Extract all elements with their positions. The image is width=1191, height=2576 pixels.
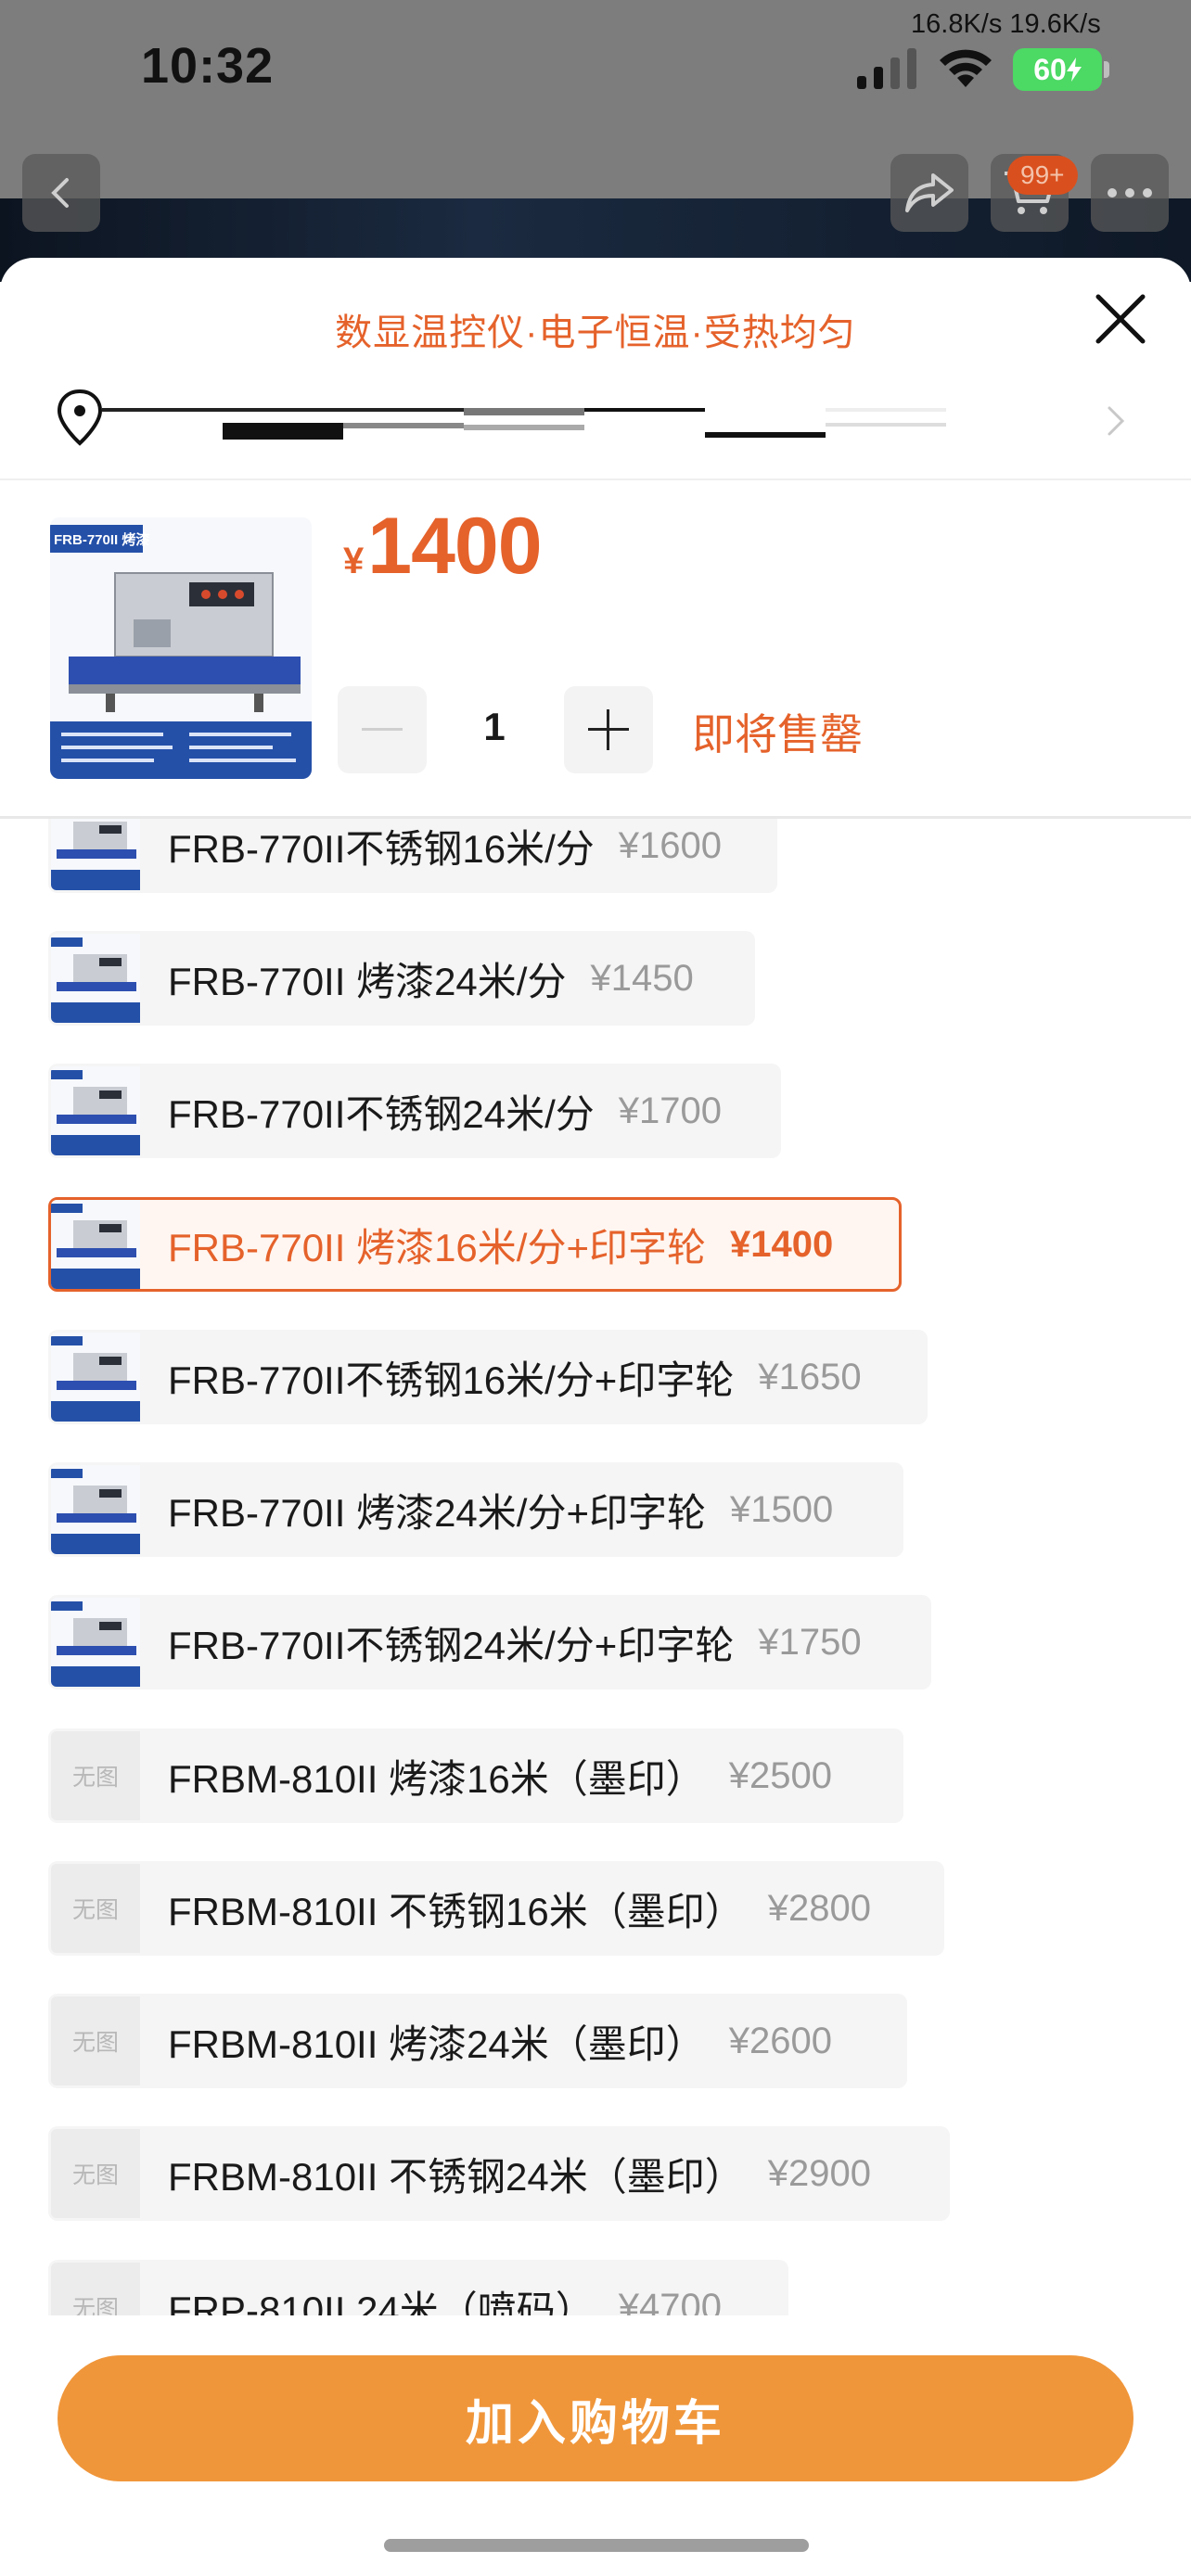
option-thumbnail [51,934,140,1023]
option-price: ¥1650 [758,1356,862,1397]
sku-option[interactable]: FRB-770II 烤漆16米/分+印字轮 ¥1400 [48,1197,902,1292]
option-price: ¥1400 [729,1223,834,1265]
product-thumbnail[interactable]: FRB-770II 烤漆 [50,517,312,779]
wifi-icon [940,49,992,87]
quantity-value[interactable]: 1 [460,705,529,749]
price-value: 1400 [367,502,542,591]
option-thumbnail [51,1465,140,1554]
option-name: FRB-770II不锈钢16米/分+印字轮 [168,1358,735,1402]
product-thumb-label: FRB-770II 烤漆 [54,532,150,548]
plus-icon [588,709,629,750]
sku-option[interactable]: FRB-770II不锈钢16米/分 ¥1600 [48,819,777,893]
option-name: FRB-770II 烤漆24米/分+印字轮 [168,1490,706,1535]
close-icon[interactable] [1091,289,1150,349]
cart-count-badge: 99+ [1007,156,1078,195]
option-name: FRB-770II不锈钢24米/分+印字轮 [168,1623,735,1667]
sku-option[interactable]: 无图 FRP-810II 24米（喷码） ¥4700 [48,2260,788,2315]
network-speed: 16.8K/s 19.6K/s [911,9,1101,39]
option-thumbnail [51,1200,140,1289]
quantity-decrease-button[interactable] [338,686,427,773]
sku-option[interactable]: FRB-770II 烤漆24米/分 ¥1450 [48,931,755,1026]
option-price: ¥1750 [758,1621,862,1663]
add-to-cart-button[interactable]: 加入购物车 [58,2355,1133,2481]
address-redacted-bar[interactable] [102,406,946,443]
sealer-machine-image [50,517,312,779]
option-price: ¥1600 [618,824,723,866]
more-button[interactable] [1091,154,1169,232]
charging-bolt-icon [1066,57,1082,82]
sku-option[interactable]: FRB-770II不锈钢24米/分 ¥1700 [48,1064,781,1158]
option-name: FRB-770II不锈钢16米/分 [168,826,595,871]
option-price: ¥2500 [728,1754,833,1796]
option-name: FRBM-810II 不锈钢24米（墨印） [168,2154,744,2199]
option-name: FRBM-810II 烤漆16米（墨印） [168,1756,705,1801]
no-image-placeholder: 无图 [51,1731,140,1820]
battery-indicator: 60 [1013,48,1102,91]
status-time: 10:32 [141,38,275,94]
home-indicator [384,2539,809,2552]
no-image-placeholder: 无图 [51,2263,140,2315]
option-price: ¥2800 [767,1887,872,1929]
divider [0,478,1191,480]
option-thumbnail [51,1333,140,1422]
option-price: ¥1500 [729,1488,834,1530]
price-currency-symbol: ¥ [343,541,365,581]
no-image-placeholder: 无图 [51,2129,140,2218]
back-button[interactable] [22,154,100,232]
chevron-right-icon[interactable] [1102,401,1130,441]
sku-option[interactable]: 无图 FRBM-810II 不锈钢24米（墨印） ¥2900 [48,2126,950,2221]
cellular-signal-icon [857,48,916,89]
sku-options-list[interactable]: FRB-770II不锈钢16米/分 ¥1600 FRB-770II 烤漆24米/分 ¥… [0,819,1191,2315]
option-name: FRP-810II 24米（喷码） [168,2288,595,2316]
option-name: FRB-770II 烤漆16米/分+印字轮 [168,1225,706,1269]
option-thumbnail [51,1598,140,1687]
option-name: FRBM-810II 不锈钢16米（墨印） [168,1889,744,1933]
option-name: FRBM-810II 烤漆24米（墨印） [168,2021,705,2066]
more-dots-icon [1108,188,1152,198]
option-price: ¥1450 [590,957,694,999]
sku-option[interactable]: FRB-770II不锈钢24米/分+印字轮 ¥1750 [48,1595,931,1690]
sku-option[interactable]: 无图 FRBM-810II 烤漆24米（墨印） ¥2600 [48,1994,907,2088]
option-name: FRB-770II不锈钢24米/分 [168,1091,595,1136]
sku-option[interactable]: 无图 FRBM-810II 烤漆16米（墨印） ¥2500 [48,1728,903,1823]
no-image-placeholder: 无图 [51,1996,140,2085]
battery-tip [1104,61,1109,78]
share-button[interactable] [890,154,968,232]
option-thumbnail [51,1066,140,1155]
battery-level: 60 [1033,52,1067,86]
sheet-title: 数显温控仪·电子恒温·受热均匀 [335,312,856,353]
chevron-left-icon [51,178,69,208]
sku-option[interactable]: FRB-770II不锈钢16米/分+印字轮 ¥1650 [48,1330,928,1424]
option-price: ¥4700 [618,2286,723,2316]
option-name: FRB-770II 烤漆24米/分 [168,959,567,1003]
sku-option[interactable]: 无图 FRBM-810II 不锈钢16米（墨印） ¥2800 [48,1861,944,1956]
stock-status-label: 即将售罄 [692,710,863,759]
location-pin-icon[interactable] [54,388,106,447]
quantity-increase-button[interactable] [564,686,653,773]
option-price: ¥1700 [618,1090,723,1131]
sku-option[interactable]: FRB-770II 烤漆24米/分+印字轮 ¥1500 [48,1462,903,1557]
share-icon [905,173,954,212]
minus-icon [362,728,403,731]
option-thumbnail [51,819,140,890]
selected-price: ¥ 1400 [343,501,543,593]
no-image-placeholder: 无图 [51,1864,140,1953]
option-price: ¥2600 [728,2020,833,2061]
option-price: ¥2900 [767,2152,872,2194]
